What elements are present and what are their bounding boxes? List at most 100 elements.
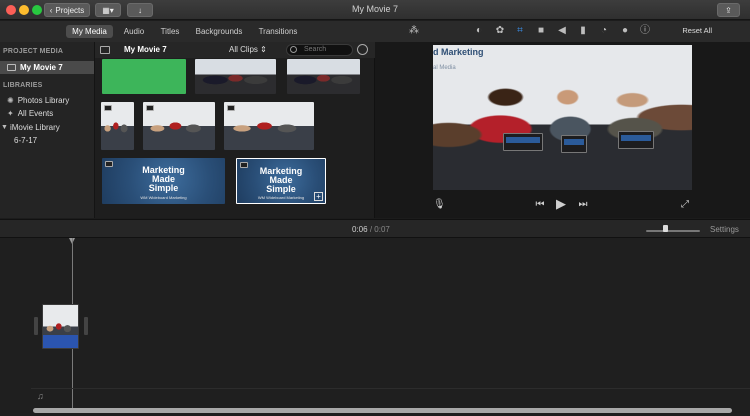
clip-thumbnail-title-card-selected[interactable]: Marketing Made Simple WM Wideboard Marke… [236, 158, 326, 204]
sidebar-item-label: 6-7-17 [14, 136, 38, 145]
title-card-caption: WM Wideboard Marketing [257, 195, 305, 200]
title-card-line3: Simple [148, 183, 179, 193]
camera-badge-icon [104, 105, 112, 111]
video-preview[interactable]: d Marketing al Media [433, 45, 692, 190]
chevron-left-icon: ‹ [49, 5, 53, 15]
browser-title: My Movie 7 [124, 45, 167, 54]
timeline-clip-audio [43, 335, 78, 348]
share-button[interactable]: ⇪ [717, 3, 740, 17]
filter-icon[interactable]: ● [619, 25, 631, 37]
projects-back-button[interactable]: ‹ Projects [44, 3, 90, 17]
sidebar-item-project[interactable]: My Movie 7 [0, 61, 94, 74]
photos-icon: ✺ [7, 96, 14, 105]
clip-thumbnail-title-card[interactable]: Marketing Made Simple WM Wideboard Marke… [102, 158, 225, 204]
tab-backgrounds[interactable]: Backgrounds [192, 25, 246, 38]
info-icon[interactable]: ⓘ [639, 25, 651, 37]
libraries-heading: LIBRARIES [3, 82, 43, 89]
tab-titles[interactable]: Titles [155, 25, 185, 38]
media-browser: My Movie 7 All Clips ⇕ Search Marketing … [95, 42, 375, 218]
projects-back-label: Projects [55, 5, 85, 15]
color-balance-icon[interactable]: ◐ [473, 25, 485, 37]
sidebar-item-event[interactable]: 6-7-17 [0, 134, 94, 147]
crop-icon[interactable]: ⌗ [514, 25, 526, 37]
time-separator: / [369, 225, 373, 234]
sidebar-item-label: My Movie 7 [20, 63, 63, 72]
palette-icon[interactable]: ✿ [494, 25, 506, 37]
laptop-graphic [561, 135, 587, 153]
film-icon [7, 64, 16, 71]
camera-badge-icon [227, 105, 235, 111]
search-icon [290, 46, 297, 53]
viewer-panel: d Marketing al Media 🎙 ⏮ ▶ ⏭ ⤢ [375, 42, 750, 218]
gear-icon[interactable] [357, 44, 368, 55]
close-window-button[interactable] [6, 5, 16, 15]
timeline[interactable]: ♫ [0, 238, 750, 416]
clip-thumbnail[interactable] [101, 102, 134, 150]
skip-back-icon[interactable]: ⏮ [534, 199, 546, 211]
background-music-well[interactable] [31, 388, 750, 408]
timecode-display: 0:06 / 0:07 [352, 225, 390, 234]
tab-transitions[interactable]: Transitions [253, 25, 303, 38]
timeline-clip[interactable] [42, 304, 79, 349]
trim-handle-right[interactable] [84, 317, 88, 335]
libraries-sidebar: PROJECT MEDIA My Movie 7 LIBRARIES ✺ Pho… [0, 42, 95, 218]
timeline-toolbar: 0:06 / 0:07 Settings [0, 219, 750, 238]
speedometer-icon[interactable]: ◔ [598, 25, 610, 37]
title-bar: ‹ Projects ▦▾ ↓ My Movie 7 ⇪ [0, 0, 750, 20]
share-icon: ⇪ [725, 5, 732, 15]
tab-audio[interactable]: Audio [118, 25, 150, 38]
horizontal-scrollbar[interactable] [33, 408, 732, 413]
camera-badge-icon [146, 105, 154, 111]
add-to-timeline-icon[interactable]: + [314, 192, 323, 201]
laptop-graphic [618, 131, 654, 149]
speaker-icon[interactable]: ◀ [556, 25, 568, 37]
sidebar-item-imovie-library[interactable]: ▼ iMovie Library [0, 121, 94, 134]
star-icon: ✦ [7, 109, 14, 118]
adjustments-toolbar: ⁂ ◐ ✿ ⌗ ■ ◀ ▮ ◔ ● ⓘ Reset All [375, 21, 750, 42]
sidebar-item-label: Photos Library [17, 96, 70, 105]
import-button[interactable]: ↓ [127, 3, 153, 17]
browser-header: My Movie 7 All Clips ⇕ Search [95, 42, 375, 58]
music-note-icon: ♫ [37, 391, 44, 401]
zoom-slider-handle[interactable] [663, 225, 668, 232]
project-media-heading: PROJECT MEDIA [3, 48, 64, 55]
tab-my-media[interactable]: My Media [66, 25, 113, 38]
zoom-slider-track[interactable] [646, 230, 700, 232]
title-card-line3: Simple [266, 184, 296, 194]
sidebar-item-label: All Events [17, 109, 54, 118]
trim-handle-left[interactable] [34, 317, 38, 335]
sidebar-item-all-events[interactable]: ✦ All Events [0, 107, 94, 120]
equalizer-icon[interactable]: ▮ [577, 25, 589, 37]
library-view-button[interactable]: ▦▾ [95, 3, 121, 17]
updown-chevron-icon: ⇕ [260, 45, 267, 54]
reset-all-button[interactable]: Reset All [682, 26, 712, 35]
media-tab-bar: My Media Audio Titles Backgrounds Transi… [0, 21, 375, 42]
clip-thumbnail[interactable] [102, 59, 186, 94]
filmstrip-icon: ▦▾ [102, 5, 114, 15]
clip-thumbnail[interactable] [195, 59, 276, 94]
clip-thumbnail[interactable] [143, 102, 215, 150]
disclosure-triangle-icon: ▼ [1, 124, 8, 131]
current-time: 0:06 [352, 225, 368, 234]
video-wall-sub-text: al Media [433, 65, 456, 71]
laptop-graphic [503, 133, 543, 151]
sidebar-toggle-icon[interactable] [100, 46, 110, 54]
microphone-icon[interactable]: 🎙 [433, 199, 446, 211]
timeline-settings-button[interactable]: Settings [710, 225, 739, 234]
clip-filter-label: All Clips [229, 45, 258, 54]
sidebar-item-label: iMovie Library [9, 123, 60, 132]
skip-forward-icon[interactable]: ⏭ [577, 199, 589, 211]
play-icon[interactable]: ▶ [554, 197, 568, 210]
zoom-window-button[interactable] [32, 5, 42, 15]
clip-thumbnail[interactable] [287, 59, 360, 94]
fullscreen-icon[interactable]: ⤢ [679, 199, 691, 211]
title-card-caption: WM Wideboard Marketing [140, 195, 187, 200]
magic-wand-icon[interactable]: ⁂ [408, 25, 420, 37]
camera-icon[interactable]: ■ [535, 25, 547, 37]
sidebar-item-photos-library[interactable]: ✺ Photos Library [0, 94, 94, 107]
minimize-window-button[interactable] [19, 5, 29, 15]
clip-thumbnail[interactable] [224, 102, 314, 150]
total-time: 0:07 [374, 225, 390, 234]
clip-filter-select[interactable]: All Clips ⇕ [229, 45, 267, 54]
import-arrow-icon: ↓ [138, 5, 142, 15]
